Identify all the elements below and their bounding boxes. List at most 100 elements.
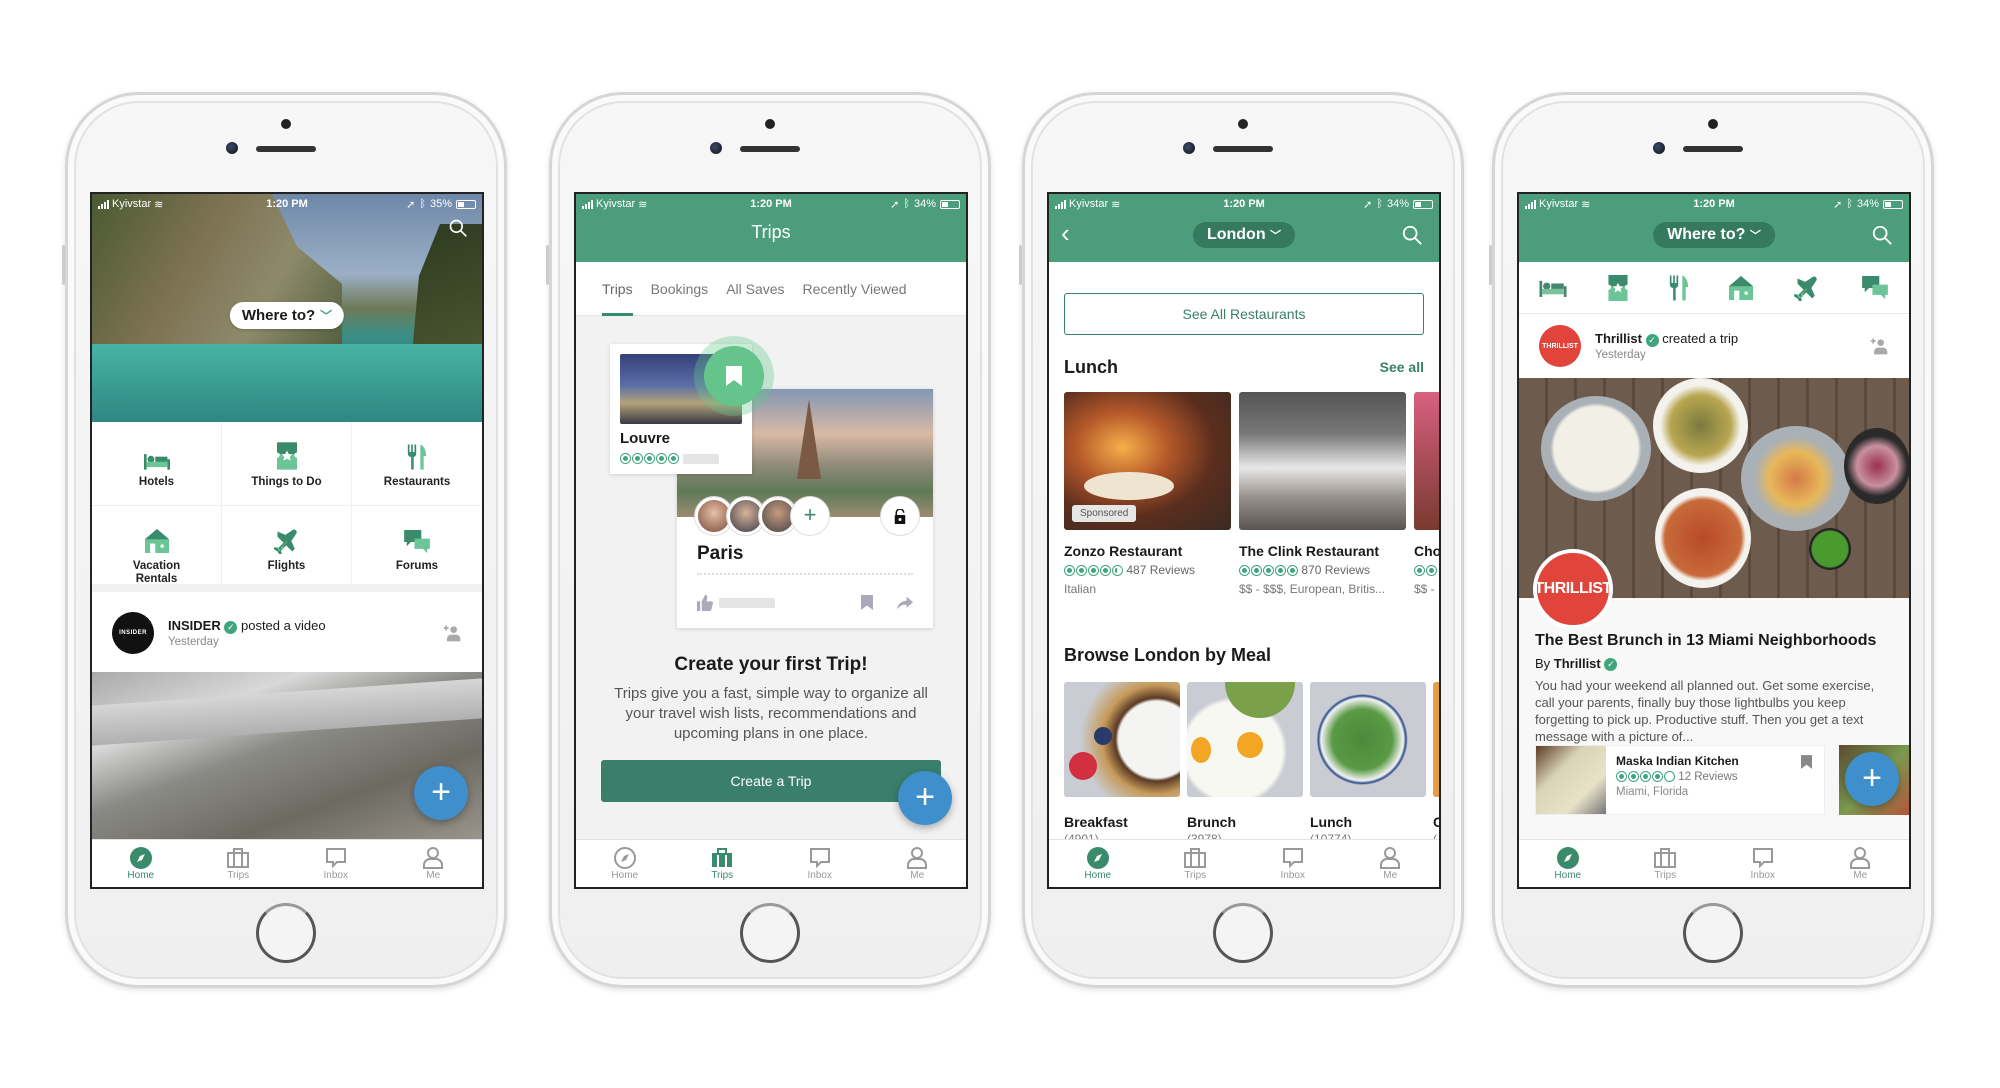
empty-state-title: Create your first Trip! [674, 654, 868, 675]
home-button[interactable] [1213, 903, 1273, 963]
category-label: Vacation Rentals [132, 560, 181, 585]
add-fab-button[interactable]: + [414, 766, 468, 820]
airplane-icon[interactable] [1794, 275, 1820, 301]
avatar[interactable]: THRILLIST [1539, 325, 1581, 367]
search-icon[interactable] [1401, 224, 1423, 246]
tab-home[interactable]: Home [92, 846, 190, 881]
ticket-icon[interactable] [1608, 275, 1628, 301]
restaurant-card[interactable]: The Clink Restaurant 870 Reviews $$ - $$… [1239, 392, 1406, 596]
tab-home[interactable]: Home [1049, 846, 1147, 881]
where-to-button[interactable]: Where to? ﹀ [1653, 222, 1775, 248]
rating-bubbles [1414, 565, 1437, 577]
meal-image [1187, 682, 1303, 797]
tab-me[interactable]: Me [1812, 846, 1910, 881]
tab-inbox[interactable]: Inbox [287, 846, 385, 881]
house-icon[interactable] [1729, 276, 1753, 300]
where-to-label: Where to? [1667, 226, 1746, 243]
tab-home[interactable]: Home [1519, 846, 1617, 881]
tab-inbox[interactable]: Inbox [1714, 846, 1812, 881]
subtab-trips[interactable]: Trips [602, 262, 633, 316]
home-button[interactable] [256, 903, 316, 963]
meal-card[interactable]: Brunch (3978) [1187, 682, 1303, 846]
tab-inbox[interactable]: Inbox [771, 846, 869, 881]
restaurant-cuisine: $$ - $$$, European, Britis... [1239, 582, 1386, 596]
post-author[interactable]: Thrillist [1595, 331, 1642, 346]
front-camera [710, 142, 722, 154]
chat-bubble-icon [324, 846, 348, 870]
avatar[interactable]: INSIDER [112, 612, 154, 654]
tab-label: Trips [711, 870, 734, 881]
location-selector[interactable]: London ﹀ [1192, 222, 1296, 248]
post-author[interactable]: INSIDER [168, 618, 221, 633]
clock: 1:20 PM [750, 198, 792, 210]
forum-icon[interactable] [1861, 276, 1889, 300]
search-icon[interactable] [448, 218, 468, 238]
chat-bubble-icon [808, 846, 832, 870]
where-to-button[interactable]: Where to? ﹀ [229, 302, 345, 329]
tab-me[interactable]: Me [1342, 846, 1440, 881]
fork-knife-icon[interactable] [1669, 275, 1689, 301]
article-title[interactable]: The Best Brunch in 13 Miami Neighborhood… [1535, 632, 1899, 650]
trip-name: Paris [697, 543, 744, 564]
add-fab-button[interactable]: + [1845, 752, 1899, 806]
tab-label: Me [1853, 870, 1868, 881]
category-flights[interactable]: Flights [222, 506, 352, 590]
tab-inbox[interactable]: Inbox [1244, 846, 1342, 881]
tab-trips[interactable]: Trips [674, 846, 772, 881]
location-icon: ➚ [890, 198, 900, 211]
briefcase-icon [1653, 846, 1677, 870]
tab-home[interactable]: Home [576, 846, 674, 881]
video-thumbnail[interactable] [92, 672, 482, 842]
subtab-bookings[interactable]: Bookings [651, 262, 709, 316]
tab-trips[interactable]: Trips [1617, 846, 1715, 881]
restaurant-card[interactable]: Cho $$ - [1414, 392, 1439, 596]
restaurant-card[interactable]: Sponsored Zonzo Restaurant 487 Reviews I… [1064, 392, 1231, 596]
meal-card[interactable]: Lunch (10774) [1310, 682, 1426, 846]
byline-author[interactable]: Thrillist [1554, 656, 1601, 671]
subtab-recently-viewed[interactable]: Recently Viewed [803, 262, 907, 316]
tab-label: Inbox [807, 870, 832, 881]
bed-icon[interactable] [1539, 279, 1567, 297]
follow-icon[interactable] [1869, 336, 1889, 356]
category-hotels[interactable]: Hotels [92, 422, 222, 506]
tab-trips[interactable]: Trips [190, 846, 288, 881]
category-restaurants[interactable]: Restaurants [352, 422, 482, 506]
tab-me[interactable]: Me [385, 846, 483, 881]
battery-icon [455, 199, 476, 209]
place-card[interactable]: Maska Indian Kitchen 12 Reviews Miami, F… [1535, 745, 1825, 815]
screen: Where to? ﹀ Kyivstar ≋ 1:20 PM ➚ ᛒ 34% THRI… [1517, 192, 1911, 889]
meal-card[interactable]: C ( [1433, 682, 1439, 846]
add-fab-button[interactable]: + [898, 771, 952, 825]
home-button[interactable] [1683, 903, 1743, 963]
tab-me[interactable]: Me [869, 846, 967, 881]
chat-bubble-icon [1281, 846, 1305, 870]
signal-icon [582, 199, 593, 209]
phone-restaurants-screen: ‹ London ﹀ Kyivstar ≋ 1:20 PM ➚ ᛒ 34% See A… [1019, 92, 1464, 988]
category-forums[interactable]: Forums [352, 506, 482, 590]
clock: 1:20 PM [1223, 198, 1265, 210]
subtab-all-saves[interactable]: All Saves [726, 262, 784, 316]
category-vacation-rentals[interactable]: Vacation Rentals [92, 506, 222, 590]
see-all-link[interactable]: See all [1380, 359, 1424, 375]
home-button[interactable] [740, 903, 800, 963]
unlock-icon [894, 509, 906, 524]
category-label: Forums [395, 560, 439, 572]
tab-label: Me [910, 870, 925, 881]
carrier: Kyivstar [596, 198, 636, 210]
bookmark-icon[interactable] [1801, 755, 1812, 769]
see-all-restaurants-button[interactable]: See All Restaurants [1064, 293, 1424, 335]
category-label: Restaurants [383, 476, 451, 488]
category-things-to-do[interactable]: Things to Do [222, 422, 352, 506]
person-icon [1378, 846, 1402, 870]
meal-card[interactable]: Breakfast (4901) [1064, 682, 1180, 846]
create-trip-button[interactable]: Create a Trip [601, 760, 941, 802]
review-count: 12 Reviews [1678, 771, 1738, 783]
back-arrow-icon[interactable]: ‹ [1061, 220, 1070, 246]
search-icon[interactable] [1871, 224, 1893, 246]
follow-icon[interactable] [442, 623, 462, 643]
tab-trips[interactable]: Trips [1147, 846, 1245, 881]
signal-icon [1055, 199, 1066, 209]
front-camera [226, 142, 238, 154]
status-bar: Kyivstar ≋ 1:20 PM ➚ ᛒ 34% [1049, 194, 1439, 214]
meal-name: C [1433, 814, 1439, 830]
